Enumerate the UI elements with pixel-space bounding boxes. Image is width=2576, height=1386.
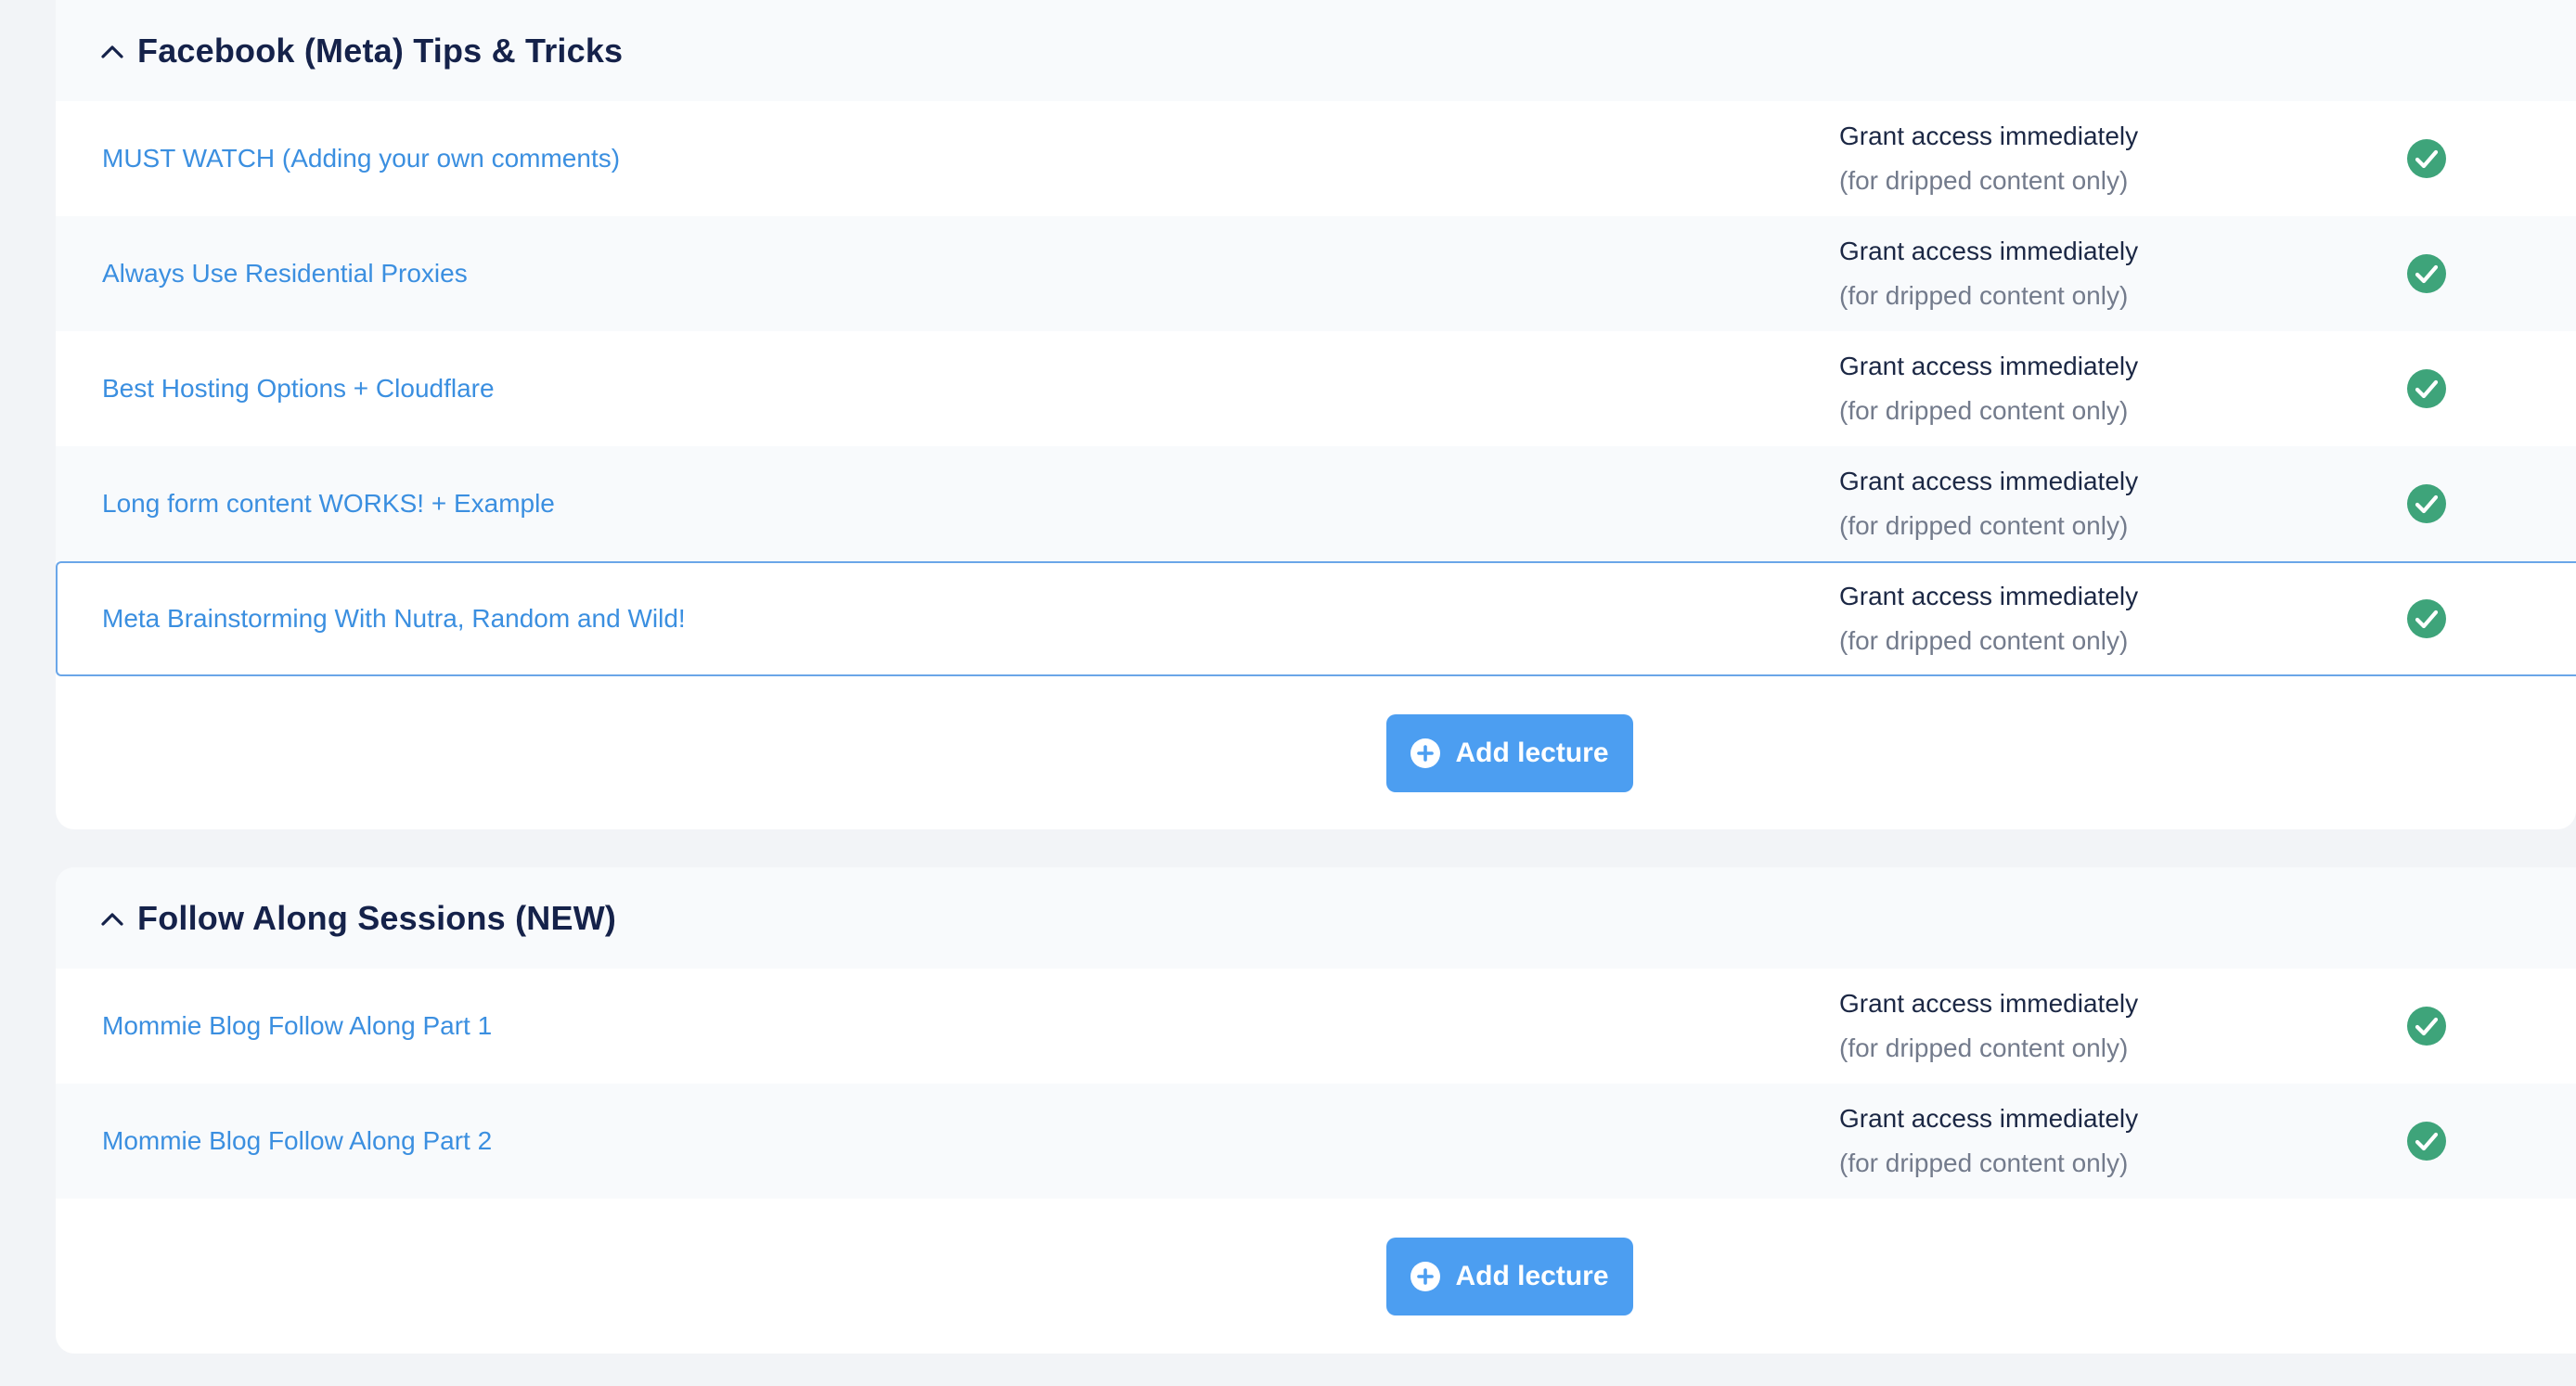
add-lecture-button[interactable]: Add lecture [1386,1238,1633,1315]
lecture-row[interactable]: Best Hosting Options + Cloudflare Grant … [56,331,2576,446]
access-info: Grant access immediately (for dripped co… [1839,344,2138,433]
check-circle-icon [2407,1007,2446,1046]
add-lecture-button[interactable]: Add lecture [1386,714,1633,792]
add-lecture-label: Add lecture [1455,738,1609,768]
lecture-row[interactable]: MUST WATCH (Adding your own comments) Gr… [56,101,2576,216]
access-note: (for dripped content only) [1839,166,2129,195]
lecture-title-link[interactable]: Mommie Blog Follow Along Part 2 [102,1126,492,1156]
lecture-title-link[interactable]: Long form content WORKS! + Example [102,489,555,519]
access-info: Grant access immediately (for dripped co… [1839,982,2138,1071]
access-label: Grant access immediately [1839,237,2139,265]
access-label: Grant access immediately [1839,989,2139,1018]
check-circle-icon [2407,1122,2446,1161]
section-follow-along: Follow Along Sessions (NEW) Mommie Blog … [56,867,2576,1354]
chevron-up-icon[interactable] [98,905,126,932]
access-info: Grant access immediately (for dripped co… [1839,114,2138,203]
access-note: (for dripped content only) [1839,396,2129,425]
section-header[interactable]: Follow Along Sessions (NEW) [56,867,2576,969]
lecture-title-link[interactable]: Meta Brainstorming With Nutra, Random an… [102,604,686,634]
access-label: Grant access immediately [1839,582,2139,610]
lecture-row[interactable]: Mommie Blog Follow Along Part 1 Grant ac… [56,969,2576,1084]
lecture-row[interactable]: Mommie Blog Follow Along Part 2 Grant ac… [56,1084,2576,1199]
access-note: (for dripped content only) [1839,1149,2129,1177]
section-facebook-tips: Facebook (Meta) Tips & Tricks MUST WATCH… [56,0,2576,829]
curriculum-page: Facebook (Meta) Tips & Tricks MUST WATCH… [56,0,2576,1386]
access-info: Grant access immediately (for dripped co… [1839,229,2138,318]
section-title: Follow Along Sessions (NEW) [137,898,617,937]
lecture-title-link[interactable]: Mommie Blog Follow Along Part 1 [102,1011,492,1041]
check-circle-icon [2407,254,2446,293]
section-header[interactable]: Facebook (Meta) Tips & Tricks [56,0,2576,101]
access-info: Grant access immediately (for dripped co… [1839,574,2138,663]
lecture-row[interactable]: Long form content WORKS! + Example Grant… [56,446,2576,561]
access-info: Grant access immediately (for dripped co… [1839,1097,2138,1186]
access-note: (for dripped content only) [1839,1033,2129,1062]
lecture-title-link[interactable]: MUST WATCH (Adding your own comments) [102,144,620,173]
access-label: Grant access immediately [1839,467,2139,495]
plus-circle-icon [1410,1262,1441,1291]
access-label: Grant access immediately [1839,352,2139,380]
section-title: Facebook (Meta) Tips & Tricks [137,31,624,70]
access-note: (for dripped content only) [1839,281,2129,310]
check-circle-icon [2407,369,2446,408]
check-circle-icon [2407,599,2446,638]
check-circle-icon [2407,484,2446,523]
access-info: Grant access immediately (for dripped co… [1839,459,2138,548]
lecture-title-link[interactable]: Best Hosting Options + Cloudflare [102,374,495,404]
check-circle-icon [2407,139,2446,178]
access-note: (for dripped content only) [1839,511,2129,540]
lecture-row-selected[interactable]: Meta Brainstorming With Nutra, Random an… [56,561,2576,676]
access-label: Grant access immediately [1839,122,2139,150]
plus-circle-icon [1410,738,1441,768]
chevron-up-icon[interactable] [98,37,126,65]
access-label: Grant access immediately [1839,1104,2139,1133]
access-note: (for dripped content only) [1839,626,2129,655]
lecture-row[interactable]: Always Use Residential Proxies Grant acc… [56,216,2576,331]
lecture-title-link[interactable]: Always Use Residential Proxies [102,259,468,289]
add-lecture-label: Add lecture [1455,1261,1609,1291]
